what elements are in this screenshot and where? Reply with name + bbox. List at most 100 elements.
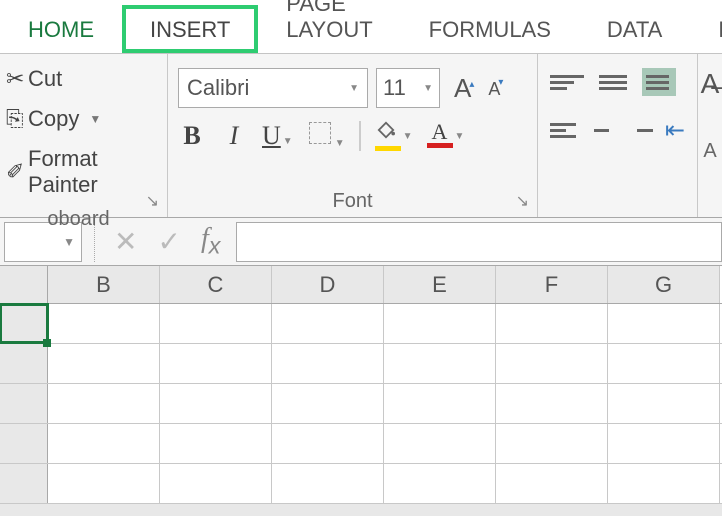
grid-row bbox=[0, 384, 722, 424]
align-left-button[interactable] bbox=[550, 116, 576, 144]
alignment-label-partial: A bbox=[703, 140, 716, 163]
shrink-font-button[interactable]: A▾ bbox=[488, 74, 505, 102]
cell[interactable] bbox=[496, 304, 608, 343]
group-edge-partial: A̶ A bbox=[698, 54, 722, 217]
accept-formula-button[interactable]: ✓ bbox=[157, 225, 180, 258]
cell[interactable] bbox=[48, 384, 160, 423]
cell[interactable] bbox=[608, 464, 720, 503]
copy-button[interactable]: ⎘ Copy ▼ bbox=[0, 102, 157, 136]
cell[interactable] bbox=[48, 464, 160, 503]
align-bottom-button[interactable] bbox=[642, 68, 676, 96]
row-header[interactable] bbox=[0, 464, 48, 503]
bucket-icon bbox=[375, 121, 397, 139]
row-header[interactable] bbox=[0, 344, 48, 383]
col-header[interactable]: F bbox=[496, 266, 608, 303]
cell[interactable] bbox=[160, 424, 272, 463]
col-header[interactable]: B bbox=[48, 266, 160, 303]
selected-cell[interactable] bbox=[0, 304, 48, 343]
align-middle-button[interactable] bbox=[596, 68, 630, 96]
font-color-button[interactable]: A ▼ bbox=[427, 123, 465, 148]
grid-row bbox=[0, 304, 722, 344]
tab-formulas[interactable]: FORMULAS bbox=[401, 5, 579, 53]
formula-input[interactable] bbox=[236, 222, 722, 262]
cell[interactable] bbox=[272, 304, 384, 343]
chevron-down-icon: ▼ bbox=[89, 112, 101, 126]
cell[interactable] bbox=[608, 424, 720, 463]
group-clipboard: ✂ Cut ⎘ Copy ▼ ✐ Format Painter oboard ↘ bbox=[0, 54, 168, 217]
cell[interactable] bbox=[384, 384, 496, 423]
group-label-font: Font bbox=[178, 184, 527, 213]
grow-font-button[interactable]: A▴ bbox=[454, 73, 476, 104]
copy-label: Copy bbox=[28, 106, 79, 132]
cell[interactable] bbox=[608, 304, 720, 343]
tab-home[interactable]: HOME bbox=[0, 5, 122, 53]
dialog-launcher-icon[interactable]: ↘ bbox=[146, 191, 159, 211]
col-header[interactable]: G bbox=[608, 266, 720, 303]
underline-button[interactable]: U▼ bbox=[262, 121, 293, 151]
align-center-button[interactable] bbox=[588, 116, 614, 144]
font-size-combo[interactable]: 11 ▼ bbox=[376, 68, 440, 108]
select-all-corner[interactable] bbox=[0, 266, 48, 303]
cell[interactable] bbox=[48, 344, 160, 383]
tab-review-partial[interactable]: R bbox=[690, 5, 722, 53]
ribbon-tabs: HOME INSERT PAGE LAYOUT FORMULAS DATA R bbox=[0, 0, 722, 54]
chevron-down-icon: ▼ bbox=[349, 83, 359, 94]
dialog-launcher-icon[interactable]: ↘ bbox=[516, 191, 529, 211]
italic-button[interactable]: I bbox=[220, 121, 248, 151]
chevron-down-icon: ▼ bbox=[403, 131, 413, 142]
cell[interactable] bbox=[496, 384, 608, 423]
decrease-indent-button[interactable]: ⇤ bbox=[665, 116, 685, 145]
col-header[interactable]: E bbox=[384, 266, 496, 303]
group-font: Calibri ▼ 11 ▼ A▴ A▾ B I U▼ ▼ ▼ bbox=[168, 54, 538, 217]
cell[interactable] bbox=[608, 344, 720, 383]
cell[interactable] bbox=[272, 424, 384, 463]
row-header[interactable] bbox=[0, 384, 48, 423]
group-alignment: ⇤ bbox=[538, 54, 698, 217]
font-size-value: 11 bbox=[383, 75, 406, 101]
align-top-button[interactable] bbox=[550, 68, 584, 96]
font-name-combo[interactable]: Calibri ▼ bbox=[178, 68, 368, 108]
cell[interactable] bbox=[160, 344, 272, 383]
ribbon: ✂ Cut ⎘ Copy ▼ ✐ Format Painter oboard ↘… bbox=[0, 54, 722, 218]
cell[interactable] bbox=[272, 384, 384, 423]
font-name-value: Calibri bbox=[187, 75, 249, 101]
cell[interactable] bbox=[384, 424, 496, 463]
cell[interactable] bbox=[48, 304, 160, 343]
cell[interactable] bbox=[272, 344, 384, 383]
group-label-clipboard: oboard bbox=[0, 202, 157, 231]
cell[interactable] bbox=[608, 384, 720, 423]
grid-row bbox=[0, 424, 722, 464]
border-icon bbox=[307, 120, 333, 146]
cell[interactable] bbox=[384, 344, 496, 383]
col-header[interactable]: C bbox=[160, 266, 272, 303]
up-caret-icon: ▴ bbox=[469, 79, 474, 90]
align-right-button[interactable] bbox=[627, 116, 653, 144]
cell[interactable] bbox=[160, 464, 272, 503]
insert-function-button[interactable]: fx bbox=[201, 223, 220, 260]
cell[interactable] bbox=[272, 464, 384, 503]
cell[interactable] bbox=[496, 344, 608, 383]
cut-button[interactable]: ✂ Cut bbox=[0, 62, 157, 96]
borders-button[interactable]: ▼ bbox=[307, 120, 345, 151]
cell[interactable] bbox=[48, 424, 160, 463]
chevron-down-icon: ▼ bbox=[423, 83, 433, 94]
chevron-down-icon: ▼ bbox=[335, 138, 345, 149]
cell[interactable] bbox=[160, 304, 272, 343]
row-header[interactable] bbox=[0, 424, 48, 463]
fill-color-button[interactable]: ▼ bbox=[375, 121, 413, 151]
tab-data[interactable]: DATA bbox=[579, 5, 690, 53]
format-painter-button[interactable]: ✐ Format Painter bbox=[0, 142, 157, 202]
col-header[interactable]: D bbox=[272, 266, 384, 303]
tab-insert[interactable]: INSERT bbox=[122, 5, 258, 53]
cell[interactable] bbox=[384, 304, 496, 343]
grid-row bbox=[0, 464, 722, 504]
cell[interactable] bbox=[384, 464, 496, 503]
tab-page-layout[interactable]: PAGE LAYOUT bbox=[258, 0, 400, 53]
cut-label: Cut bbox=[28, 66, 62, 92]
cell[interactable] bbox=[496, 424, 608, 463]
cell[interactable] bbox=[496, 464, 608, 503]
spreadsheet-grid: B C D E F G bbox=[0, 266, 722, 504]
bold-button[interactable]: B bbox=[178, 121, 206, 151]
clear-format-button[interactable]: A̶ bbox=[701, 68, 720, 100]
cell[interactable] bbox=[160, 384, 272, 423]
